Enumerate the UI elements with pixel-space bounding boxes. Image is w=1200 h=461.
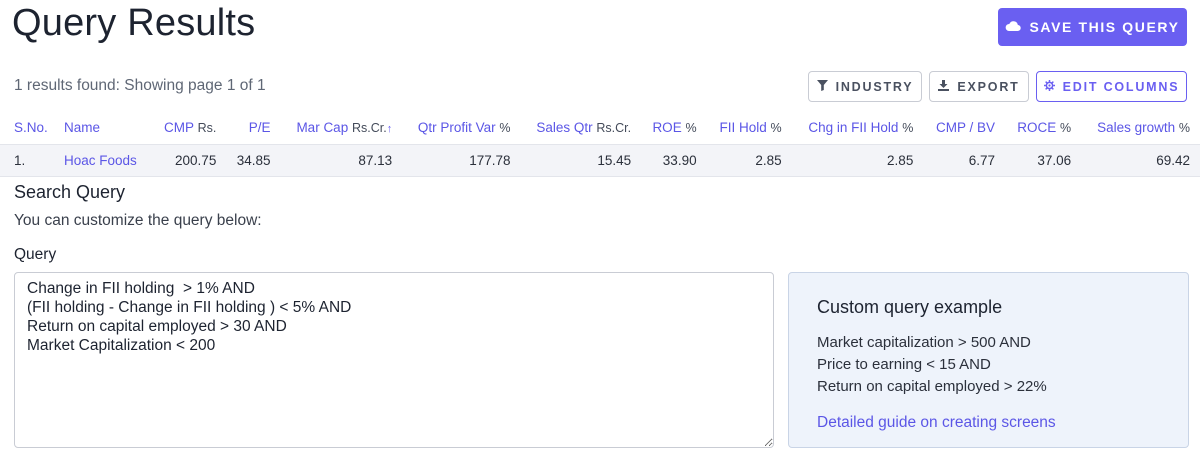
industry-button[interactable]: INDUSTRY <box>808 71 922 102</box>
column-header-cmp-bv[interactable]: CMP / BV <box>921 112 1003 144</box>
cell-cmp-bv: 6.77 <box>921 143 1004 177</box>
edit-columns-button[interactable]: EDIT COLUMNS <box>1036 71 1187 102</box>
custom-query-example-panel: Custom query example Market capitalizati… <box>788 272 1189 448</box>
cell-roe: 33.90 <box>639 143 705 177</box>
cell-sno: 1. <box>0 143 56 177</box>
column-header-cmp[interactable]: CMP Rs. <box>150 112 224 144</box>
company-link[interactable]: Hoac Foods <box>64 153 137 168</box>
cell-pe: 34.85 <box>224 143 279 177</box>
example-line: Price to earning < 15 AND <box>817 356 991 373</box>
query-label: Query <box>14 246 57 263</box>
column-header-sales-growth[interactable]: Sales growth % <box>1079 112 1200 144</box>
column-header-pe[interactable]: P/E <box>224 112 278 144</box>
cell-cmp: 200.75 <box>150 143 225 177</box>
cloud-icon <box>1005 19 1022 35</box>
results-summary: 1 results found: Showing page 1 of 1 <box>14 77 266 94</box>
cell-roce: 37.06 <box>1003 143 1080 177</box>
column-header-fii-hold[interactable]: FII Hold % <box>705 112 790 144</box>
cell-sales-growth: 69.42 <box>1079 143 1200 177</box>
table-row: 1. Hoac Foods 200.75 34.85 87.13 177.78 … <box>0 143 1200 177</box>
industry-label: INDUSTRY <box>835 79 914 94</box>
column-header-roce[interactable]: ROCE % <box>1003 112 1079 144</box>
column-header-roe[interactable]: ROE % <box>639 112 704 144</box>
cell-sales-qtr: 15.45 <box>518 143 640 177</box>
column-header-qtr-profit-var[interactable]: Qtr Profit Var % <box>400 112 518 144</box>
column-header-name[interactable]: Name <box>56 112 150 144</box>
download-icon <box>938 79 950 94</box>
search-query-heading: Search Query <box>14 182 126 202</box>
cell-fii-hold: 2.85 <box>704 143 790 177</box>
sort-arrow-icon: ↑ <box>386 123 393 136</box>
save-query-button[interactable]: SAVE THIS QUERY <box>998 8 1187 46</box>
cell-chg-fii-hold: 2.85 <box>789 143 922 177</box>
column-header-sno[interactable]: S.No. <box>0 112 56 144</box>
column-header-mar-cap[interactable]: Mar Cap Rs.Cr.↑ <box>279 112 401 144</box>
query-textarea[interactable]: Change in FII holding > 1% AND (FII hold… <box>14 272 774 448</box>
export-label: EXPORT <box>957 79 1020 94</box>
gear-icon <box>1043 79 1055 94</box>
screens-guide-link[interactable]: Detailed guide on creating screens <box>817 414 1160 432</box>
example-line: Market capitalization > 500 AND <box>817 334 1031 351</box>
edit-columns-label: EDIT COLUMNS <box>1062 79 1180 94</box>
filter-icon <box>816 79 828 94</box>
column-header-chg-fii-hold[interactable]: Chg in FII Hold % <box>790 112 922 144</box>
cell-qtr-profit-var: 177.78 <box>400 143 519 177</box>
table-header-row: S.No. Name CMP Rs. P/E Mar Cap Rs.Cr.↑ Q… <box>0 112 1200 144</box>
search-query-subtitle: You can customize the query below: <box>14 212 262 229</box>
export-button[interactable]: EXPORT <box>929 71 1029 102</box>
save-query-label: SAVE THIS QUERY <box>1029 19 1180 35</box>
column-header-sales-qtr[interactable]: Sales Qtr Rs.Cr. <box>519 112 640 144</box>
cell-name: Hoac Foods <box>56 143 150 177</box>
results-table: S.No. Name CMP Rs. P/E Mar Cap Rs.Cr.↑ Q… <box>0 112 1200 177</box>
example-title: Custom query example <box>817 297 1003 317</box>
example-line: Return on capital employed > 22% <box>817 378 1047 395</box>
cell-mar-cap: 87.13 <box>278 143 401 177</box>
page-title: Query Results <box>12 2 256 44</box>
